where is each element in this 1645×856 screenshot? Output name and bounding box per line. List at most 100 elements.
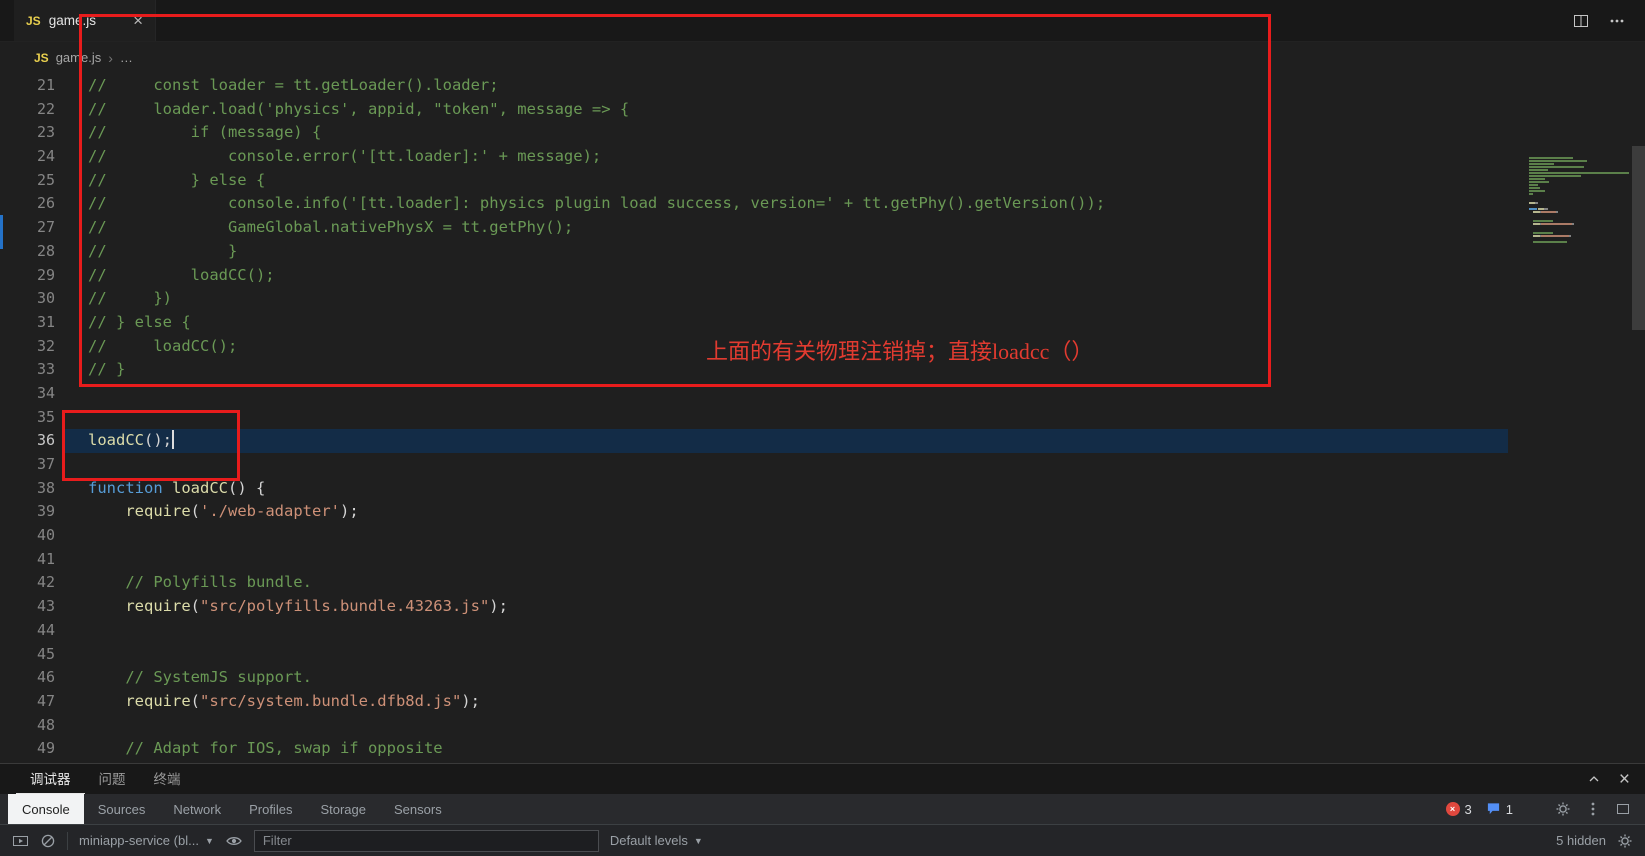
code-line-35[interactable]: 35	[0, 406, 1508, 430]
code-line-44[interactable]: 44	[0, 619, 1508, 643]
code-text: // GameGlobal.nativePhysX = tt.getPhy();	[88, 218, 574, 237]
file-tab-game-js[interactable]: JS game.js ×	[14, 0, 156, 41]
minimap-line	[1529, 202, 1631, 204]
code-line-38[interactable]: 38 function loadCC() {	[0, 477, 1508, 501]
code-line-34[interactable]: 34	[0, 382, 1508, 406]
devtools-tab-console[interactable]: Console	[8, 794, 84, 824]
code-line-42[interactable]: 42 // Polyfills bundle.	[0, 571, 1508, 595]
code-text: // console.info('[tt.loader]: physics pl…	[88, 194, 1106, 213]
minimap-line	[1529, 196, 1631, 198]
console-toolbar: miniapp-service (bl... ▼ Default levels …	[0, 825, 1645, 856]
line-number: 30	[36, 289, 55, 308]
code-line-33[interactable]: 33 // }	[0, 358, 1508, 382]
message-icon	[1487, 803, 1499, 815]
code-line-30[interactable]: 30 // })	[0, 287, 1508, 311]
line-number: 36	[36, 431, 55, 450]
breadcrumb-symbol[interactable]: …	[120, 50, 133, 65]
devtools-tab-sensors[interactable]: Sensors	[380, 794, 456, 824]
line-number: 46	[36, 668, 55, 687]
line-number: 23	[36, 123, 55, 142]
code-line-22[interactable]: 22 // loader.load('physics', appid, "toke…	[0, 98, 1508, 122]
dock-icon[interactable]	[1615, 801, 1631, 817]
minimap-line	[1529, 163, 1631, 165]
code-line-45[interactable]: 45	[0, 643, 1508, 667]
panel-tab-problems[interactable]: 问题	[85, 764, 140, 794]
js-context-selector[interactable]: miniapp-service (bl... ▼	[79, 833, 214, 848]
devtools-tab-storage[interactable]: Storage	[306, 794, 380, 824]
code-editor[interactable]: 21 // const loader = tt.getLoader().loade…	[0, 73, 1645, 763]
more-actions-icon[interactable]	[1609, 13, 1625, 29]
line-number: 49	[36, 739, 55, 758]
devtools-settings-icon[interactable]	[1555, 801, 1571, 817]
minimap[interactable]	[1529, 157, 1631, 244]
message-badge[interactable]: 1	[1486, 802, 1513, 817]
devtools-tab-sources[interactable]: Sources	[84, 794, 160, 824]
code-text: // loader.load('physics', appid, "token"…	[88, 99, 630, 118]
code-line-39[interactable]: 39 require('./web-adapter');	[0, 500, 1508, 524]
code-line-21[interactable]: 21 // const loader = tt.getLoader().loade…	[0, 74, 1508, 98]
code-text: // Polyfills bundle.	[88, 573, 312, 592]
devtools-panel: Console Sources Network Profiles Storage Sens…	[0, 794, 1645, 856]
tab-close-icon[interactable]: ×	[133, 12, 143, 29]
editor-scrollbar[interactable]	[1632, 146, 1645, 330]
line-number: 39	[36, 502, 55, 521]
minimap-line	[1529, 175, 1631, 177]
code-line-28[interactable]: 28 // }	[0, 240, 1508, 264]
minimap-line	[1529, 184, 1631, 186]
breadcrumb-file[interactable]: game.js	[56, 50, 102, 65]
minimap-line	[1529, 187, 1631, 189]
code-line-37[interactable]: 37	[0, 453, 1508, 477]
code-line-25[interactable]: 25 // } else {	[0, 169, 1508, 193]
code-line-26[interactable]: 26 // console.info('[tt.loader]: physics …	[0, 192, 1508, 216]
code-line-40[interactable]: 40	[0, 524, 1508, 548]
code-line-41[interactable]: 41	[0, 548, 1508, 572]
javascript-file-icon: JS	[26, 13, 41, 28]
panel-tab-debugger[interactable]: 调试器	[16, 764, 85, 794]
line-number: 26	[36, 194, 55, 213]
bottom-panel: 调试器 问题 终端 × Console Sources Network Profiles S…	[0, 763, 1645, 856]
live-expression-eye-icon[interactable]	[225, 833, 243, 849]
line-number: 44	[36, 620, 55, 639]
devtools-tab-network[interactable]: Network	[159, 794, 235, 824]
error-badge[interactable]: × 3	[1445, 802, 1472, 817]
code-line-36[interactable]: 36 loadCC();	[0, 429, 1508, 453]
code-line-24[interactable]: 24 // console.error('[tt.loader]:' + mess…	[0, 145, 1508, 169]
code-line-31[interactable]: 31 // } else {	[0, 311, 1508, 335]
breadcrumb[interactable]: JS game.js › …	[0, 42, 1645, 73]
log-levels-dropdown[interactable]: Default levels ▼	[610, 833, 703, 848]
line-number: 38	[36, 478, 55, 497]
minimap-line	[1529, 160, 1631, 162]
editor-actions	[1573, 0, 1645, 41]
console-settings-icon[interactable]	[1617, 833, 1633, 849]
code-line-23[interactable]: 23 // if (message) {	[0, 121, 1508, 145]
code-line-48[interactable]: 48	[0, 714, 1508, 738]
clear-console-icon[interactable]	[40, 833, 56, 849]
dropdown-caret-icon: ▼	[693, 835, 703, 846]
split-editor-icon[interactable]	[1573, 13, 1589, 29]
code-line-47[interactable]: 47 require("src/system.bundle.dfb8d.js")…	[0, 690, 1508, 714]
devtools-tab-profiles[interactable]: Profiles	[235, 794, 306, 824]
code-text: require("src/polyfills.bundle.43263.js")…	[125, 597, 508, 616]
devtools-menu-icon[interactable]	[1585, 801, 1601, 817]
minimap-line	[1529, 205, 1631, 207]
screencast-icon[interactable]	[12, 833, 29, 849]
code-line-49[interactable]: 49 // Adapt for IOS, swap if opposite	[0, 737, 1508, 761]
minimap-line	[1529, 226, 1631, 228]
panel-tab-terminal[interactable]: 终端	[140, 764, 195, 794]
console-filter-input[interactable]	[253, 829, 599, 852]
code-line-27[interactable]: 27 // GameGlobal.nativePhysX = tt.getPhy(…	[0, 216, 1508, 240]
minimap-line	[1529, 235, 1631, 237]
line-number: 37	[36, 455, 55, 473]
code-line-32[interactable]: 32 // loadCC();	[0, 335, 1508, 359]
panel-close-icon[interactable]: ×	[1619, 770, 1630, 789]
breadcrumb-separator-icon: ›	[108, 49, 113, 66]
code-line-29[interactable]: 29 // loadCC();	[0, 264, 1508, 288]
panel-maximize-icon[interactable]	[1586, 771, 1602, 787]
code-line-46[interactable]: 46 // SystemJS support.	[0, 666, 1508, 690]
code-line-43[interactable]: 43 require("src/polyfills.bundle.43263.j…	[0, 595, 1508, 619]
panel-tab-bar: 调试器 问题 终端 ×	[0, 764, 1645, 794]
